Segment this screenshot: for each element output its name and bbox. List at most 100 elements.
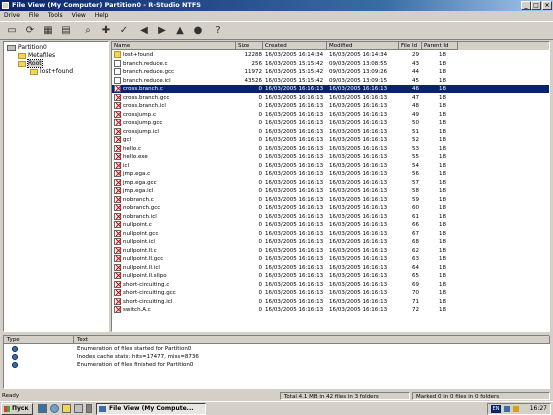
file-row[interactable]: short-circuiting.icl 0 16/03/2005 16:16:13…: [112, 297, 549, 306]
col-modified[interactable]: Modified: [327, 42, 399, 50]
mark-icon[interactable]: ✓: [116, 24, 132, 38]
browser-icon[interactable]: [50, 404, 59, 413]
tree-lost-found[interactable]: lost+found: [30, 68, 73, 76]
file-row[interactable]: nobranch.gcc 0 16/03/2005 16:16:13 16/03/20…: [112, 204, 549, 212]
file-row[interactable]: jmp.ega.icl 0 16/03/2005 16:16:13 16/03/200…: [112, 187, 549, 195]
desktop-icon[interactable]: [38, 404, 47, 413]
col-size[interactable]: Size: [236, 42, 263, 50]
cell-fid: 59: [412, 196, 419, 203]
deleted-file-icon: [114, 127, 121, 135]
menu-view[interactable]: View: [72, 12, 86, 19]
file-row[interactable]: crossjump.gcc 0 16/03/2005 16:16:13 16/03/2…: [112, 119, 549, 127]
scan-icon[interactable]: ▦: [40, 24, 56, 38]
cell-fid: 43: [412, 60, 419, 67]
cell-modified: 09/03/2005 13:08:55: [329, 60, 388, 67]
log-row[interactable]: Inodes cache stats: hits=17477, miss=873…: [4, 353, 551, 361]
file-row[interactable]: gcl 0 16/03/2005 16:16:13 16/03/2005 16:16:…: [112, 136, 549, 144]
volume-icon[interactable]: [513, 406, 519, 412]
file-row[interactable]: hello.c 0 16/03/2005 16:16:13 16/03/2005 16…: [112, 144, 549, 153]
file-row[interactable]: nullpoint.II.slipo 0 16/03/2005 16:16:13 16…: [112, 272, 549, 280]
file-row[interactable]: nullpoint.II.icl 0 16/03/2005 16:16:13 16/0…: [112, 263, 549, 272]
folder-icon: [114, 51, 121, 58]
cell-fid: 57: [412, 179, 419, 186]
up-icon[interactable]: ▲: [172, 24, 188, 38]
cell-name: crossjump.c: [123, 111, 156, 118]
col-created[interactable]: Created: [263, 42, 327, 50]
cell-name: gcl: [123, 137, 132, 143]
col-file-id[interactable]: File Id: [399, 42, 422, 50]
file-row[interactable]: nullpoint.II.gcc 0 16/03/2005 16:16:13 16/0…: [112, 255, 549, 263]
deleted-file-icon: [114, 263, 121, 271]
cell-size: 0: [258, 196, 263, 203]
maximize-button[interactable]: □: [531, 1, 541, 10]
file-row[interactable]: branch.reduce.c 256 16/03/2005 15:15:42 09/…: [112, 59, 549, 68]
close-button[interactable]: ×: [542, 1, 552, 10]
deleted-file-icon: [114, 238, 121, 245]
menu-tools[interactable]: Tools: [48, 12, 63, 19]
tree-metafiles[interactable]: Metafiles: [18, 52, 55, 60]
cell-pid: 18: [439, 145, 446, 152]
quicklaunch-icon[interactable]: [86, 404, 92, 413]
menu-drive[interactable]: Drive: [4, 12, 20, 19]
file-row[interactable]: nullpoint.c 0 16/03/2005 16:16:13 16/03/200…: [112, 221, 549, 229]
help-icon[interactable]: ?: [210, 24, 226, 38]
cell-created: 16/03/2005 15:15:42: [265, 60, 324, 67]
cell-name: crossjump.icl: [123, 128, 159, 135]
view-icon[interactable]: ▤: [58, 24, 74, 38]
file-row[interactable]: icl 0 16/03/2005 16:16:13 16/03/2005 16:16:…: [112, 161, 549, 170]
menu-file[interactable]: File: [29, 12, 39, 19]
cell-fid: 66: [412, 222, 419, 228]
file-row[interactable]: cross.branch.icl 0 16/03/2005 16:16:13 16/0…: [112, 102, 549, 110]
file-row[interactable]: short-circuiting.gcc 0 16/03/2005 16:16:13…: [112, 289, 549, 297]
recover-icon[interactable]: ✚: [98, 24, 114, 38]
file-row[interactable]: cross.branch.c 0 16/03/2005 16:16:13 16/03/…: [112, 85, 549, 93]
file-row[interactable]: nullpoint.icl 0 16/03/2005 16:16:13 16/03/2…: [112, 238, 549, 246]
file-row[interactable]: nobranch.c 0 16/03/2005 16:16:13 16/03/2005…: [112, 195, 549, 204]
taskbar-window-button[interactable]: File View (My Compute...: [96, 403, 206, 415]
cell-created: 16/03/2005 16:16:13: [265, 273, 324, 279]
file-row[interactable]: lost+found 12288 16/03/2005 16:14:34 16/03/…: [112, 51, 549, 59]
file-row[interactable]: crossjump.icl 0 16/03/2005 16:16:13 16/03/2…: [112, 127, 549, 136]
file-row[interactable]: jmp.ega.gcc 0 16/03/2005 16:16:13 16/03/200…: [112, 178, 549, 187]
file-row[interactable]: nullpoint.gcc 0 16/03/2005 16:16:13 16/03/2…: [112, 229, 549, 238]
language-indicator[interactable]: EN: [491, 405, 501, 413]
cell-modified: 16/03/2005 16:16:13: [329, 256, 388, 262]
col-name[interactable]: Name: [112, 42, 236, 50]
forward-icon[interactable]: ▶: [154, 24, 170, 38]
deleted-file-icon: [114, 229, 121, 237]
tray-icon[interactable]: [504, 406, 510, 412]
log-row[interactable]: Enumeration of files started for Partiti…: [4, 345, 551, 353]
file-row[interactable]: cross.branch.gcc 0 16/03/2005 16:16:13 16/0…: [112, 93, 549, 102]
col-parent-id[interactable]: Parent Id: [422, 42, 458, 50]
find-icon[interactable]: ⌕: [80, 24, 96, 38]
log-col-type[interactable]: Type: [4, 336, 74, 344]
file-row[interactable]: hello.exe 0 16/03/2005 16:16:13 16/03/2005 …: [112, 153, 549, 161]
log-row[interactable]: Enumeration of files finished for Partit…: [4, 361, 551, 369]
terminal-icon[interactable]: [74, 404, 83, 413]
cell-size: 0: [258, 247, 263, 254]
file-row[interactable]: jmp.ega.c 0 16/03/2005 16:16:13 16/03/2005 …: [112, 170, 549, 178]
cell-fid: 44: [412, 69, 419, 75]
file-row[interactable]: branch.reduce.gcc 11972 16/03/2005 15:15:4…: [112, 68, 549, 76]
back-icon[interactable]: ◀: [136, 24, 152, 38]
open-icon[interactable]: ⟳: [22, 24, 38, 38]
file-row[interactable]: branch.reduce.icl 43526 16/03/2005 15:15:4…: [112, 76, 549, 85]
file-row[interactable]: switch.A.c 0 16/03/2005 16:16:13 16/03/2005…: [112, 306, 549, 314]
file-row[interactable]: crossjump.c 0 16/03/2005 16:16:13 16/03/200…: [112, 110, 549, 119]
minimize-button[interactable]: _: [521, 1, 531, 10]
start-button[interactable]: Пуск: [1, 403, 33, 415]
file-row[interactable]: nobranch.icl 0 16/03/2005 16:16:13 16/03/20…: [112, 212, 549, 221]
cell-name: jmp.ega.icl: [123, 188, 154, 194]
tree-partition[interactable]: Partition0: [7, 44, 47, 52]
menu-help[interactable]: Help: [95, 12, 109, 19]
log-col-text[interactable]: Text: [74, 336, 550, 344]
cell-modified: 16/03/2005 16:16:13: [329, 205, 388, 211]
tree-root[interactable]: Root: [18, 59, 43, 68]
drive-icon[interactable]: ▭: [4, 24, 20, 38]
status-bar: Ready Total 4.1 MB in 42 files in 3 fold…: [0, 391, 553, 401]
cell-created: 16/03/2005 16:16:13: [265, 120, 324, 126]
file-row[interactable]: short-circuiting.c 0 16/03/2005 16:16:13 16…: [112, 280, 549, 289]
file-row[interactable]: nullpoint.II.c 0 16/03/2005 16:16:13 16/03/…: [112, 246, 549, 255]
explorer-icon[interactable]: [62, 404, 71, 413]
stop-icon[interactable]: ●: [190, 24, 206, 38]
